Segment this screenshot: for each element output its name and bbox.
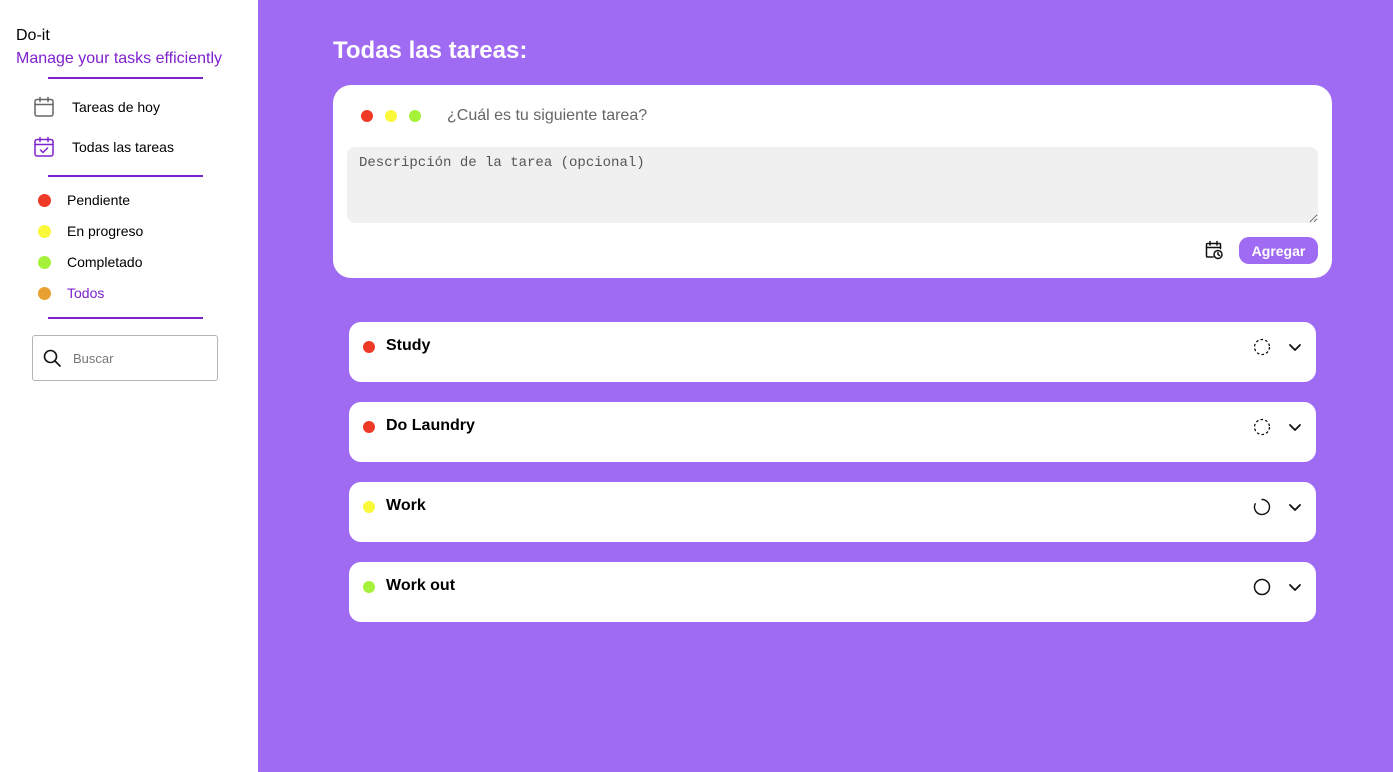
status-dot-green <box>38 255 51 269</box>
task-title-input[interactable] <box>447 104 1047 128</box>
task-card[interactable]: Do Laundry <box>349 402 1316 462</box>
app-title: Do-it <box>16 27 50 44</box>
search-input[interactable] <box>73 350 203 366</box>
task-title: Study <box>386 337 431 354</box>
filter-label: Pendiente <box>67 192 131 208</box>
sidebar-divider <box>48 317 203 319</box>
status-dot-red <box>38 193 51 207</box>
status-dot-green <box>363 581 375 593</box>
calendar-check-icon <box>32 135 56 159</box>
filter-label: Todos <box>67 285 105 301</box>
status-dot-red <box>363 341 375 353</box>
chevron-down-icon[interactable] <box>1287 419 1303 435</box>
app-subtitle: Manage your tasks efficiently <box>16 50 223 67</box>
search-icon <box>42 348 62 368</box>
sidebar-item-today[interactable]: Tareas de hoy <box>32 94 160 120</box>
completed-icon[interactable] <box>1253 578 1271 596</box>
filter-label: Completado <box>67 254 143 270</box>
pending-icon[interactable] <box>1253 338 1271 356</box>
sidebar-item-label: Tareas de hoy <box>72 99 160 115</box>
task-description-input[interactable] <box>347 147 1318 223</box>
filter-pending[interactable]: Pendiente <box>38 191 130 209</box>
task-card[interactable]: Work out <box>349 562 1316 622</box>
filter-label: En progreso <box>67 223 144 239</box>
status-selector <box>361 110 421 122</box>
add-task-button[interactable]: Agregar <box>1239 237 1318 264</box>
task-composer: Agregar <box>333 85 1332 278</box>
in-progress-icon[interactable] <box>1253 498 1271 516</box>
filter-all[interactable]: Todos <box>38 284 104 302</box>
task-card[interactable]: Study <box>349 322 1316 382</box>
chevron-down-icon[interactable] <box>1287 579 1303 595</box>
filter-completed[interactable]: Completado <box>38 253 143 271</box>
task-title: Work <box>386 497 426 514</box>
app: Do-it Manage your tasks efficiently Tare… <box>0 0 1393 772</box>
sidebar-divider <box>48 175 203 177</box>
task-title: Do Laundry <box>386 417 475 434</box>
status-option-in-progress[interactable] <box>385 110 397 122</box>
search-box <box>32 335 218 381</box>
status-dot-yellow <box>363 501 375 513</box>
page-title: Todas las tareas: <box>333 37 528 64</box>
status-dot-red <box>363 421 375 433</box>
sidebar-divider <box>48 77 203 79</box>
filter-in-progress[interactable]: En progreso <box>38 222 143 240</box>
pending-icon[interactable] <box>1253 418 1271 436</box>
sidebar-item-label: Todas las tareas <box>72 139 174 155</box>
sidebar: Do-it Manage your tasks efficiently Tare… <box>0 0 258 772</box>
status-option-pending[interactable] <box>361 110 373 122</box>
status-dot-orange <box>38 286 51 300</box>
chevron-down-icon[interactable] <box>1287 339 1303 355</box>
calendar-clock-icon[interactable] <box>1204 240 1224 260</box>
status-dot-yellow <box>38 224 51 238</box>
chevron-down-icon[interactable] <box>1287 499 1303 515</box>
task-card[interactable]: Work <box>349 482 1316 542</box>
calendar-icon <box>32 95 56 119</box>
task-title: Work out <box>386 577 456 594</box>
sidebar-item-all-tasks[interactable]: Todas las tareas <box>32 134 174 160</box>
status-option-completed[interactable] <box>409 110 421 122</box>
